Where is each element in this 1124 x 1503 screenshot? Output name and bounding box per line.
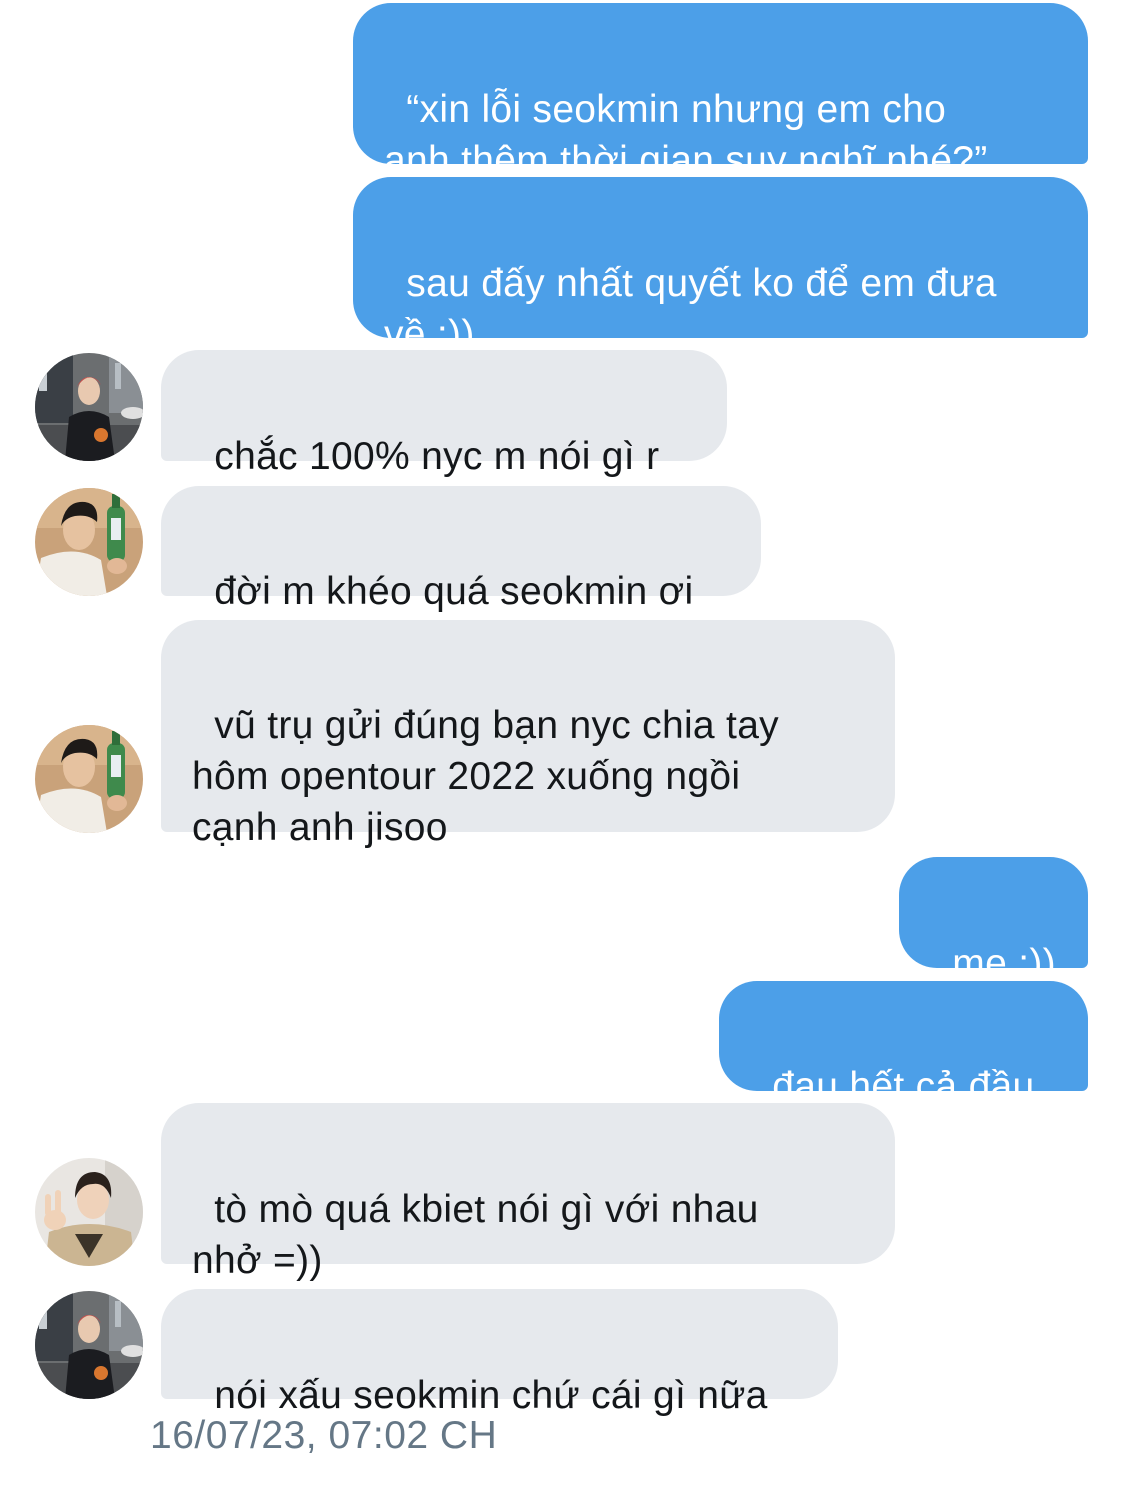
street-portrait-avatar[interactable] [35,353,143,461]
incoming-message-bubble[interactable]: nói xấu seokmin chứ cái gì nữa [161,1289,838,1417]
message-text: nói xấu seokmin chứ cái gì nữa [214,1374,768,1417]
outgoing-message-bubble[interactable]: sau đấy nhất quyết ko để em đưa về :)) [353,177,1088,356]
incoming-message-bubble[interactable]: vũ trụ gửi đúng bạn nyc chia tay hôm ope… [161,620,895,849]
message-text: đời m khéo quá seokmin ơi [214,570,694,613]
outgoing-message-bubble[interactable]: mẹ :)) [899,857,1088,985]
message-text: vũ trụ gửi đúng bạn nyc chia tay hôm ope… [192,704,779,849]
message-text: chắc 100% nyc m nói gì r [214,435,660,478]
outgoing-message-bubble[interactable]: “xin lỗi seokmin nhưng em cho anh thêm t… [353,3,1088,182]
street-portrait-avatar[interactable] [35,1291,143,1399]
message-text: sau đấy nhất quyết ko để em đưa về :)) [384,262,997,356]
message-timestamp: 16/07/23, 07:02 CH [150,1414,498,1457]
bottle-portrait-avatar[interactable] [35,725,143,833]
message-text: đau hết cả đầu [772,1065,1035,1108]
message-text: mẹ :)) [952,942,1056,985]
peace-sign-portrait-avatar[interactable] [35,1158,143,1266]
bottle-portrait-avatar[interactable] [35,488,143,596]
incoming-message-bubble[interactable]: đời m khéo quá seokmin ơi [161,486,761,613]
incoming-message-bubble[interactable]: chắc 100% nyc m nói gì r [161,350,727,478]
outgoing-message-bubble[interactable]: đau hết cả đầu [719,981,1088,1108]
incoming-message-bubble[interactable]: tò mò quá kbiet nói gì với nhau nhở =)) [161,1103,895,1282]
message-text: tò mò quá kbiet nói gì với nhau nhở =)) [192,1188,759,1282]
message-text: “xin lỗi seokmin nhưng em cho anh thêm t… [384,88,988,182]
